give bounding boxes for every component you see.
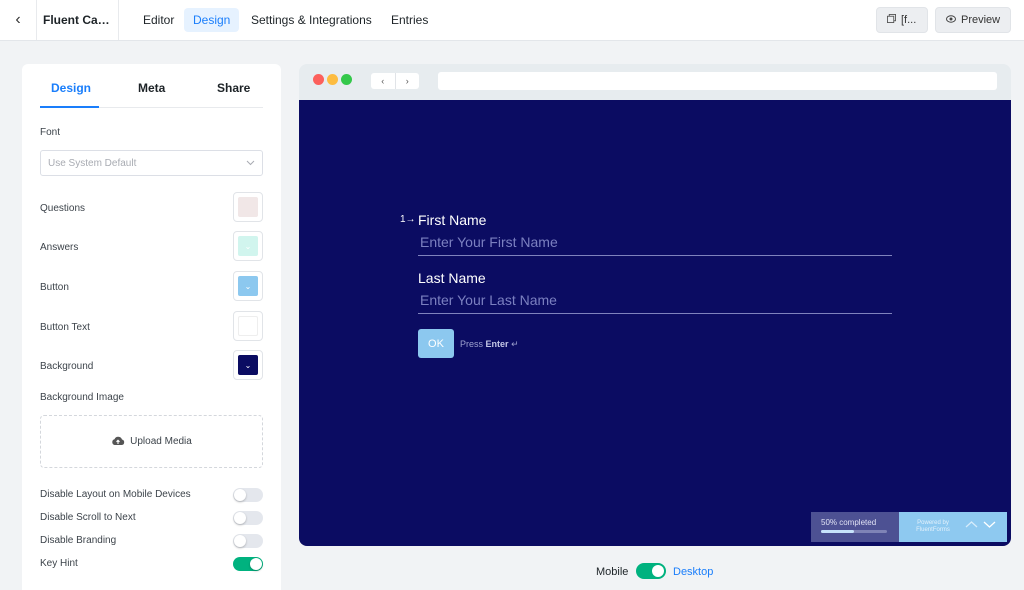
color-swatch (238, 316, 258, 336)
toggle-label: Key Hint (40, 558, 78, 569)
tab-editor[interactable]: Editor (134, 8, 183, 32)
enter-icon: ↵ (511, 339, 519, 349)
button-color-label: Button (40, 282, 69, 293)
shortcode-label: [f... (901, 14, 917, 26)
hint-key: Enter (485, 339, 509, 349)
form-canvas: 1→ First Name Enter Your First Name Last… (299, 100, 1011, 546)
powered-by-line: Powered by (917, 520, 949, 526)
desktop-label: Desktop (673, 566, 714, 578)
upload-media-button[interactable]: Upload Media (40, 415, 263, 468)
chevron-down-icon: ⌄ (244, 360, 252, 370)
chevron-down-icon (246, 158, 255, 169)
progress-bar (821, 530, 887, 533)
progress-bar-fill (821, 530, 854, 533)
toggle-knob (652, 565, 664, 577)
button-text-color-label: Button Text (40, 322, 90, 333)
background-image-label: Background Image (40, 392, 124, 403)
hint-prefix: Press (460, 339, 484, 349)
chevron-right-icon[interactable]: › (396, 73, 420, 89)
powered-by-brand: FluentForms (916, 527, 950, 533)
toggle-label: Disable Layout on Mobile Devices (40, 489, 191, 500)
background-color-picker[interactable]: ⌄ (233, 350, 263, 380)
button-text-color-picker[interactable] (233, 311, 263, 341)
form-title: Fluent Car... (43, 13, 111, 27)
window-minimize-dot (327, 74, 338, 85)
disable-branding-toggle[interactable] (233, 534, 263, 548)
panel-tab-share[interactable]: Share (217, 81, 250, 95)
window-close-dot (313, 74, 324, 85)
questions-color-picker[interactable] (233, 192, 263, 222)
toggle-knob (250, 558, 262, 570)
shortcode-button[interactable]: [f... (876, 7, 928, 33)
color-swatch (238, 197, 258, 217)
key-hint-toggle[interactable] (233, 557, 263, 571)
preview-button[interactable]: Preview (935, 7, 1011, 33)
ok-button[interactable]: OK (418, 329, 454, 358)
answers-color-label: Answers (40, 242, 79, 253)
panel-tab-meta[interactable]: Meta (138, 81, 165, 95)
toggle-label: Disable Scroll to Next (40, 512, 136, 523)
back-button[interactable]: ‹ (0, 0, 37, 40)
last-name-input[interactable]: Enter Your Last Name (418, 292, 892, 314)
branding-nav-box: Powered by FluentForms (899, 512, 1007, 542)
tab-entries[interactable]: Entries (382, 8, 437, 32)
font-select-value: Use System Default (48, 157, 137, 169)
toggle-knob (234, 512, 246, 524)
cloud-upload-icon (111, 435, 125, 449)
active-tab-indicator (40, 106, 99, 108)
design-settings-panel: Design Meta Share Font Use System Defaul… (22, 64, 281, 590)
toggle-knob (234, 489, 246, 501)
last-name-label: Last Name (418, 270, 486, 286)
font-select[interactable]: Use System Default (40, 150, 263, 176)
chevron-left-icon: ‹ (15, 11, 21, 28)
color-swatch: ⌄ (238, 236, 258, 256)
upload-media-label: Upload Media (130, 436, 192, 447)
divider (118, 0, 119, 40)
disable-mobile-layout-toggle[interactable] (233, 488, 263, 502)
window-maximize-dot (341, 74, 352, 85)
first-name-label: First Name (418, 212, 487, 228)
tab-design[interactable]: Design (184, 8, 240, 32)
copy-icon (887, 14, 896, 26)
browser-nav-buttons: ‹ › (371, 73, 419, 89)
tab-settings-integrations[interactable]: Settings & Integrations (242, 8, 381, 32)
top-bar: ‹ Fluent Car... Editor Design Settings &… (0, 0, 1024, 41)
browser-preview: ‹ › 1→ First Name Enter Your First Name … (299, 64, 1011, 546)
powered-by: Powered by FluentForms (907, 520, 959, 534)
color-swatch: ⌄ (238, 355, 258, 375)
chevron-up-icon[interactable] (965, 518, 978, 534)
first-name-input[interactable]: Enter Your First Name (418, 234, 892, 256)
chevron-down-icon: ⌄ (244, 281, 252, 291)
key-hint: Press Enter ↵ (460, 339, 519, 350)
address-bar[interactable] (438, 72, 997, 90)
eye-icon (946, 14, 956, 26)
panel-tab-design[interactable]: Design (51, 81, 91, 95)
progress-indicator: 50% completed (811, 512, 899, 542)
button-color-picker[interactable]: ⌄ (233, 271, 263, 301)
question-number: 1→ (400, 214, 416, 225)
disable-scroll-toggle[interactable] (233, 511, 263, 525)
preview-label: Preview (961, 14, 1001, 26)
background-color-label: Background (40, 361, 94, 372)
font-label: Font (40, 127, 61, 138)
toggle-label: Disable Branding (40, 535, 117, 546)
answers-color-picker[interactable]: ⌄ (233, 231, 263, 261)
toggle-knob (234, 535, 246, 547)
device-mode-toggle[interactable] (636, 563, 666, 579)
mobile-label: Mobile (596, 566, 629, 578)
chevron-down-icon[interactable] (983, 518, 996, 534)
chevron-down-icon: ⌄ (244, 241, 252, 251)
color-swatch: ⌄ (238, 276, 258, 296)
questions-color-label: Questions (40, 203, 86, 214)
progress-text: 50% completed (821, 518, 877, 527)
chevron-left-icon[interactable]: ‹ (371, 73, 396, 89)
